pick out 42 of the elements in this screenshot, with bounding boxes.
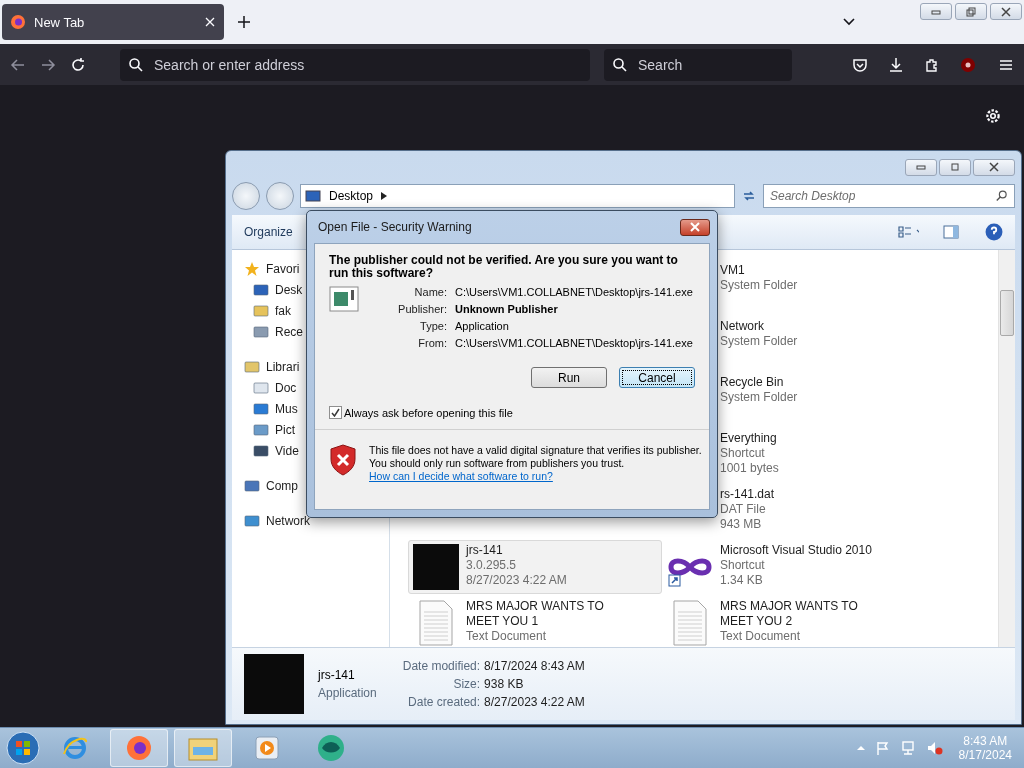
file-detail: Shortcut <box>720 558 766 573</box>
file-name: Microsoft Visual Studio 2010 <box>720 543 873 558</box>
file-name: Network <box>720 319 765 334</box>
address-location: Desktop <box>329 189 374 203</box>
file-detail: Shortcut <box>720 446 766 461</box>
warning-heading: The publisher could not be verified. Are you sure you want to run this software? <box>329 254 679 280</box>
file-name: Recycle Bin <box>720 375 785 390</box>
file-detail: Text Document <box>466 629 548 644</box>
file-detail: System Folder <box>720 390 799 405</box>
file-detail: Text Document <box>720 629 802 644</box>
property-value: 938 KB <box>484 677 525 691</box>
detail-name: jrs-141 <box>318 668 356 682</box>
field-value: Application <box>455 320 510 332</box>
file-detail: DAT File <box>720 502 767 517</box>
field-label: From: <box>417 337 447 349</box>
property-label: Date modified: <box>402 659 481 673</box>
file-detail: 1.34 KB <box>720 573 764 588</box>
detail-type: Application <box>318 686 377 700</box>
field-label: Publisher: <box>397 303 447 315</box>
field-label: Type: <box>419 320 447 332</box>
file-name: jrs-141 <box>466 543 504 558</box>
file-detail: 3.0.295.5 <box>466 558 518 573</box>
file-detail: 8/27/2023 4:22 AM <box>466 573 568 588</box>
property-value: 8/27/2023 4:22 AM <box>484 695 585 709</box>
file-name: rs-141.dat <box>720 487 776 502</box>
dialog-title: Open File - Security Warning <box>318 220 472 234</box>
file-name: MRS MAJOR WANTS TO MEET YOU 2 <box>720 599 859 629</box>
file-name: VM1 <box>720 263 746 278</box>
property-label: Date created: <box>407 695 481 709</box>
field-label: Name: <box>413 286 447 298</box>
file-detail: 1001 bytes <box>720 461 780 476</box>
file-detail: 943 MB <box>720 517 763 532</box>
file-detail: System Folder <box>720 334 799 349</box>
property-value: 8/17/2024 8:43 AM <box>484 659 585 673</box>
field-value: Unknown Publisher <box>455 303 559 315</box>
file-name: MRS MAJOR WANTS TO MEET YOU 1 <box>466 599 605 629</box>
property-label: Size: <box>452 677 481 691</box>
file-name: Everything <box>720 431 778 446</box>
field-value: C:\Users\VM1.COLLABNET\Desktop\jrs-141.exe <box>455 286 693 298</box>
file-detail: System Folder <box>720 278 799 293</box>
warning-text: This file does not have a valid digital signature that verifies its publisher. You should only run software from publishers you trust. <box>369 444 703 470</box>
field-value: C:\Users\VM1.COLLABNET\Desktop\jrs-141.exe <box>455 337 693 349</box>
